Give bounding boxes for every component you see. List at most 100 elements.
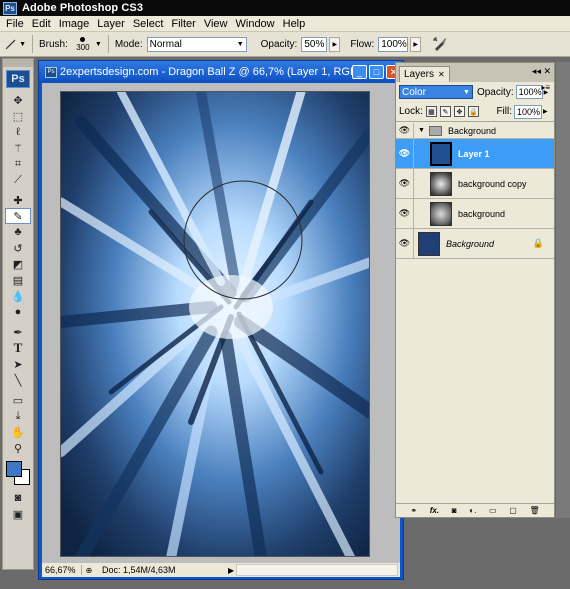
gradient-tool-icon[interactable]: ▤ [5, 272, 31, 288]
document-title-bar[interactable]: Ps 2expertsdesign.com - Dragon Ball Z @ … [39, 61, 403, 83]
blur-tool-icon[interactable]: 💧 [5, 288, 31, 304]
lasso-tool-icon[interactable]: ℓ [5, 124, 31, 140]
chevron-down-icon[interactable]: ▼ [95, 41, 102, 48]
eraser-tool-icon[interactable]: ◩ [5, 256, 31, 272]
layer-group-background[interactable]: 👁 ▼ Background [396, 123, 554, 139]
eye-icon[interactable]: 👁 [396, 169, 414, 198]
eye-icon[interactable]: 👁 [396, 123, 414, 138]
add-mask-icon[interactable]: ◙ [452, 506, 457, 515]
panel-collapse-icon[interactable]: ◂◂ ✕ [532, 66, 551, 77]
move-tool-icon[interactable]: ✥ [5, 92, 31, 108]
layer-thumbnail [430, 141, 452, 166]
history-brush-tool-icon[interactable]: ↺ [5, 240, 31, 256]
adjustment-layer-icon[interactable]: ◐. [469, 506, 476, 515]
blend-row: Color ▼ Opacity: 100% ▶ [396, 82, 554, 102]
screen-mode-icon[interactable]: ▣ [5, 506, 31, 522]
tab-layers[interactable]: Layers ✕ [399, 66, 450, 82]
layer-row[interactable]: 👁 background copy [396, 169, 554, 199]
document-canvas[interactable] [60, 91, 370, 557]
flow-input[interactable]: 100% [378, 36, 409, 52]
menu-layer[interactable]: Layer [93, 18, 129, 30]
zoom-level[interactable]: 66,67% [42, 565, 82, 575]
layer-opacity-input[interactable]: 100% [515, 85, 543, 99]
dodge-tool-icon[interactable]: ● [5, 304, 31, 320]
menu-view[interactable]: View [200, 18, 232, 30]
lock-pixels-icon[interactable]: ✎ [439, 106, 451, 117]
chevron-down-icon: ▼ [463, 88, 470, 96]
horizontal-scrollbar[interactable] [236, 564, 398, 576]
app-title: Adobe Photoshop CS3 [22, 2, 144, 14]
menu-edit[interactable]: Edit [28, 18, 55, 30]
new-group-icon[interactable]: ▭ [489, 506, 497, 515]
flow-slider-button[interactable]: ▶ [410, 36, 422, 52]
eye-icon[interactable]: 👁 [396, 199, 414, 228]
notes-tool-icon[interactable]: ▭ [5, 392, 31, 408]
marquee-tool-icon[interactable]: ⬚ [5, 108, 31, 124]
document-icon: Ps [45, 66, 57, 78]
magic-wand-tool-icon[interactable]: ⚚ [5, 140, 31, 156]
fill-label: Fill: [496, 106, 512, 117]
fill-slider-button[interactable]: ▶ [543, 108, 551, 115]
maximize-button[interactable]: □ [369, 65, 384, 79]
brush-tool-icon[interactable]: ✎ [5, 208, 31, 224]
tool-preset-picker[interactable]: ▼ [4, 34, 26, 54]
minimize-button[interactable]: _ [352, 65, 367, 79]
quick-mask-icon[interactable]: ◙ [5, 490, 31, 506]
trash-icon[interactable]: 🗑 [529, 506, 539, 515]
folder-icon [428, 125, 442, 136]
expand-triangle-icon[interactable]: ▼ [418, 127, 425, 134]
zoom-tool-icon[interactable]: ⚲ [5, 440, 31, 456]
fill-input[interactable]: 100% [514, 104, 542, 119]
flow-label: Flow: [350, 38, 375, 50]
menu-file[interactable]: File [0, 18, 28, 30]
lock-position-icon[interactable]: ✥ [453, 106, 465, 117]
tab-layers-label: Layers [404, 69, 435, 80]
layer-row[interactable]: 👁 background [396, 199, 554, 229]
menu-window[interactable]: Window [232, 18, 279, 30]
eye-icon[interactable]: 👁 [396, 139, 414, 168]
panel-grip[interactable] [3, 59, 33, 67]
airbrush-toggle[interactable] [429, 34, 451, 54]
opacity-input[interactable]: 50% [301, 36, 328, 52]
tools-panel: Ps ✥ ⬚ ℓ ⚚ ⌗ ⟋ ✚ ✎ ♣ ↺ ◩ ▤ 💧 ● ✒ T ➤ ╲ ▭… [2, 58, 34, 570]
panel-menu-icon[interactable]: ▸≡ [541, 83, 550, 92]
photoshop-logo: Ps [6, 70, 30, 88]
eye-icon[interactable]: 👁 [396, 229, 414, 258]
line-tool-icon[interactable]: ╲ [5, 372, 31, 388]
pen-tool-icon[interactable]: ✒ [5, 324, 31, 340]
lock-transparency-icon[interactable]: ▦ [425, 106, 437, 117]
hand-tool-icon[interactable]: ✋ [5, 424, 31, 440]
clone-stamp-tool-icon[interactable]: ♣ [5, 224, 31, 240]
mode-select[interactable]: Normal ▼ [146, 36, 247, 52]
new-layer-icon[interactable]: ▢ [509, 506, 517, 515]
lock-all-icon[interactable]: 🔒 [467, 106, 479, 117]
healing-brush-tool-icon[interactable]: ✚ [5, 192, 31, 208]
layer-name: Background [447, 125, 496, 136]
link-layers-icon[interactable]: ⚭ [410, 506, 417, 515]
brush-size: 300 [76, 42, 90, 52]
status-menu-arrow-icon[interactable]: ▶ [228, 566, 234, 575]
menu-image[interactable]: Image [55, 18, 94, 30]
color-swatches[interactable] [5, 460, 31, 486]
layer-row-selected[interactable]: 👁 Layer 1 [396, 139, 554, 169]
menu-filter[interactable]: Filter [167, 18, 199, 30]
slice-tool-icon[interactable]: ⟋ [5, 172, 31, 188]
crop-tool-icon[interactable]: ⌗ [5, 156, 31, 172]
brush-picker[interactable]: 300 [72, 33, 94, 55]
document-status-bar: 66,67% ⊕ Doc: 1,54M/4,63M ▶ [42, 563, 400, 577]
opacity-label: Opacity: [260, 38, 298, 50]
fx-icon[interactable]: fx. [430, 506, 439, 515]
blend-mode-select[interactable]: Color ▼ [399, 85, 473, 99]
opacity-slider-button[interactable]: ▶ [329, 36, 341, 52]
eyedropper-tool-icon[interactable]: ⤓ [5, 408, 31, 424]
menu-help[interactable]: Help [279, 18, 310, 30]
separator [32, 35, 33, 53]
menu-select[interactable]: Select [129, 18, 168, 30]
foreground-color-swatch[interactable] [6, 461, 22, 477]
type-tool-icon[interactable]: T [5, 340, 31, 356]
brush-label: Brush: [39, 38, 68, 50]
close-tab-icon[interactable]: ✕ [438, 70, 445, 79]
layer-row-background[interactable]: 👁 Background 🔒 [396, 229, 554, 259]
path-selection-tool-icon[interactable]: ➤ [5, 356, 31, 372]
canvas-area[interactable] [42, 83, 400, 565]
